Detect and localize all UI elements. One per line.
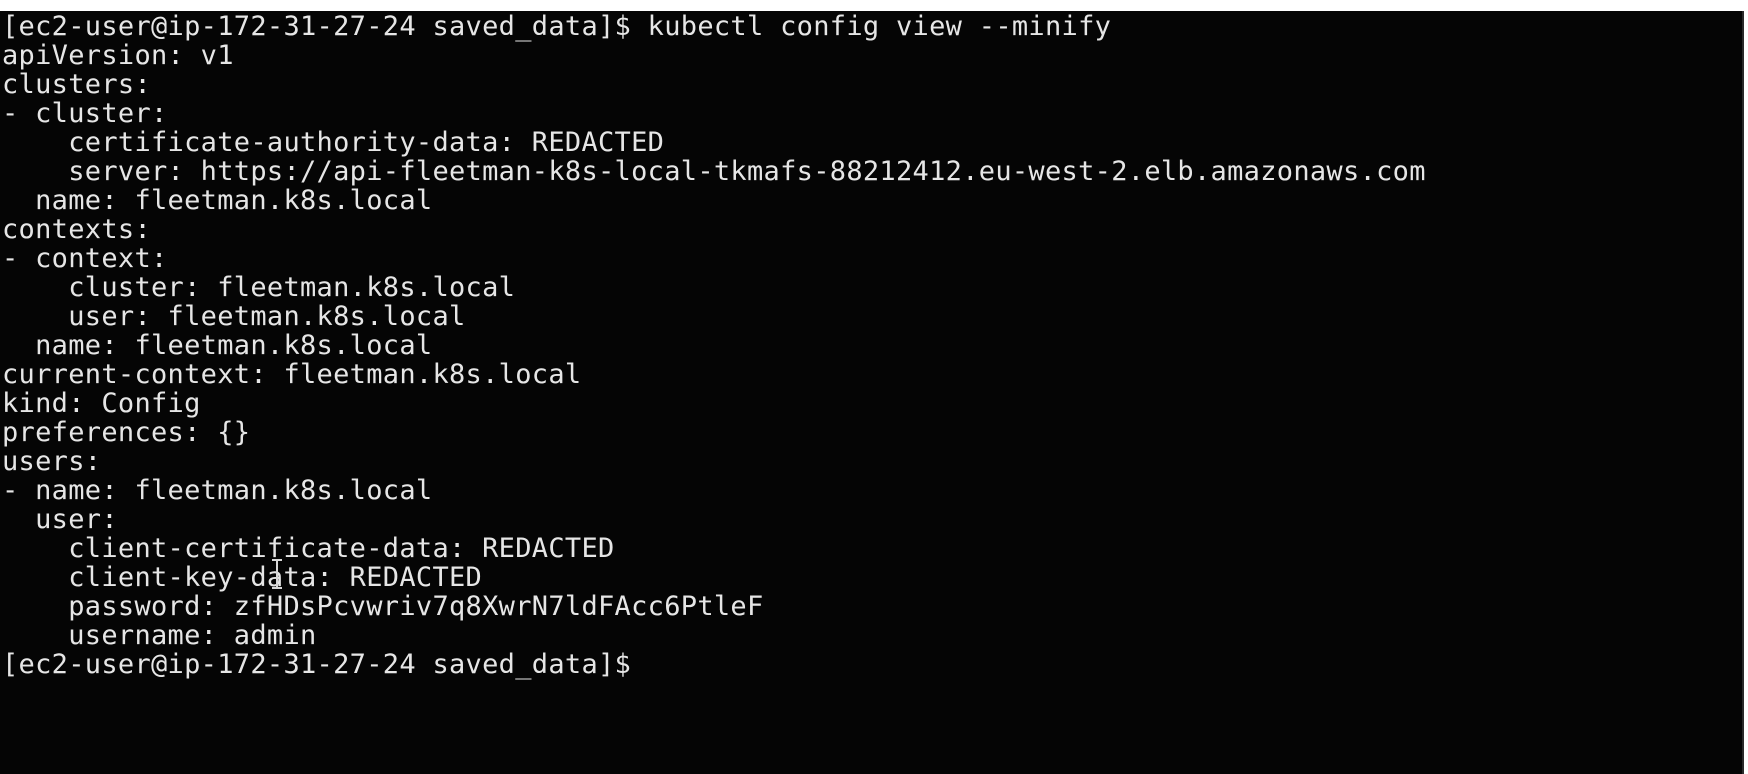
- output-line: username: admin: [2, 620, 317, 651]
- command-prompt-line: [ec2-user@ip-172-31-27-24 saved_data]$ k…: [2, 11, 1112, 42]
- output-line: client-key-data: REDACTED: [2, 562, 483, 593]
- output-line: user:: [2, 504, 118, 535]
- output-line: name: fleetman.k8s.local: [2, 185, 433, 216]
- output-line: current-context: fleetman.k8s.local: [2, 359, 582, 390]
- screen: [ec2-user@ip-172-31-27-24 saved_data]$ k…: [0, 0, 1748, 774]
- output-line: users:: [2, 446, 102, 477]
- output-line: client-certificate-data: REDACTED: [2, 533, 615, 564]
- output-line: preferences: {}: [2, 417, 251, 448]
- output-line: certificate-authority-data: REDACTED: [2, 127, 665, 158]
- output-line: - cluster:: [2, 98, 168, 129]
- output-line: cluster: fleetman.k8s.local: [2, 272, 516, 303]
- output-line: contexts:: [2, 214, 151, 245]
- output-line: apiVersion: v1: [2, 40, 234, 71]
- output-line: clusters:: [2, 69, 151, 100]
- output-line: user: fleetman.k8s.local: [2, 301, 466, 332]
- output-line: kind: Config: [2, 388, 201, 419]
- text-ibeam-cursor-icon: [271, 559, 283, 589]
- output-line: password: zfHDsPcvwriv7q8XwrN7ldFAcc6Ptl…: [2, 591, 764, 622]
- output-line: server: https://api-fleetman-k8s-local-t…: [2, 156, 1426, 187]
- terminal-window[interactable]: [ec2-user@ip-172-31-27-24 saved_data]$ k…: [0, 11, 1744, 774]
- shell-prompt[interactable]: [ec2-user@ip-172-31-27-24 saved_data]$: [2, 649, 648, 681]
- output-line: name: fleetman.k8s.local: [2, 330, 433, 361]
- output-line: - name: fleetman.k8s.local: [2, 475, 433, 506]
- output-line: - context:: [2, 243, 168, 274]
